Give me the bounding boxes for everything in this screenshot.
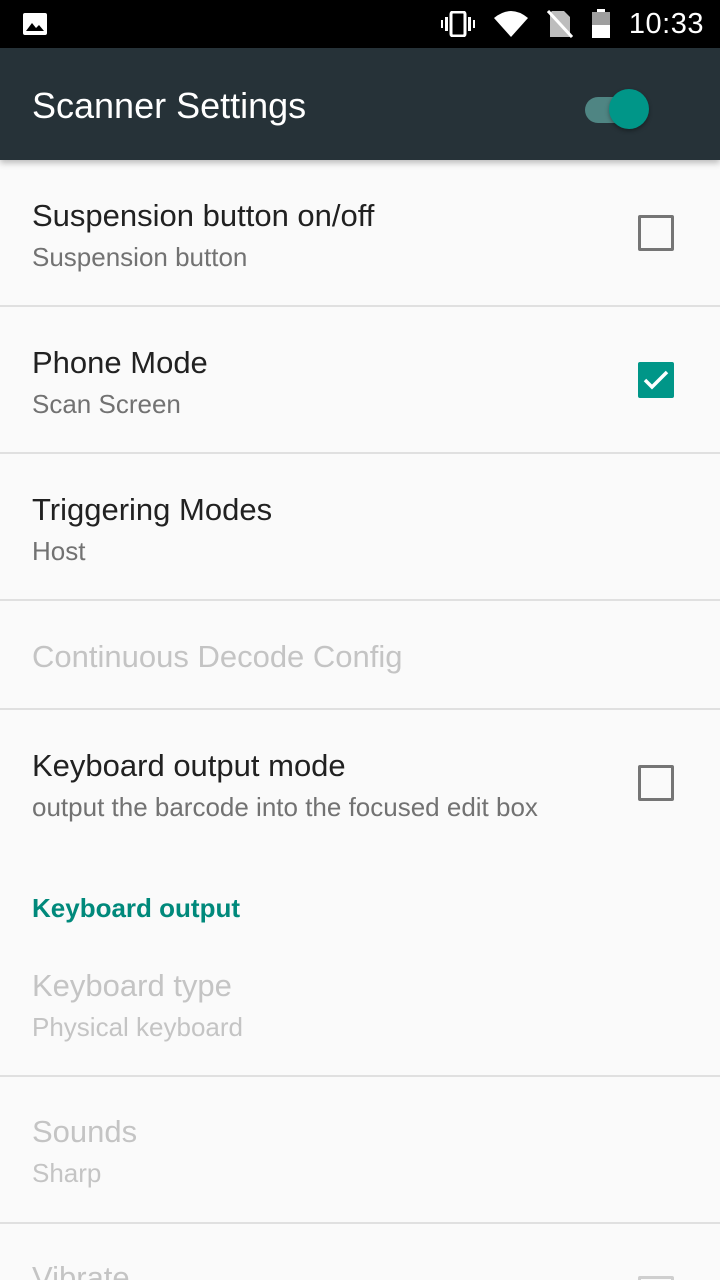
app-bar: Scanner Settings: [0, 48, 720, 160]
no-sim-icon: [546, 10, 573, 38]
pref-summary: output the barcode into the focused edit…: [32, 792, 538, 822]
pref-summary: Physical keyboard: [32, 1012, 243, 1042]
category-header: Keyboard output: [32, 893, 240, 923]
pref-title: Phone Mode: [32, 345, 208, 380]
pref-title: Suspension button on/off: [32, 198, 375, 233]
page-title: Scanner Settings: [32, 85, 307, 126]
pref-summary: Host: [32, 536, 86, 566]
vibrate-checkbox[interactable]: [638, 1276, 674, 1280]
pref-continuous-decode-config[interactable]: Continuous Decode Config: [0, 601, 720, 710]
pref-phone-mode[interactable]: Phone Mode Scan Screen: [0, 307, 720, 454]
pref-title: Vibrate: [32, 1260, 130, 1280]
status-time: 10:33: [628, 7, 704, 40]
wifi-icon: [493, 10, 529, 38]
pref-triggering-modes[interactable]: Triggering Modes Host: [0, 454, 720, 601]
pref-title: Keyboard output mode: [32, 748, 346, 783]
status-bar: 10:33: [0, 0, 720, 48]
checkmark-icon: [643, 370, 669, 390]
vibrate-icon: [440, 11, 475, 37]
pref-suspension-button[interactable]: Suspension button on/off Suspension butt…: [0, 160, 720, 307]
master-switch[interactable]: [585, 85, 651, 129]
pref-title: Sounds: [32, 1114, 138, 1149]
battery-icon: [591, 9, 611, 39]
pref-sounds[interactable]: Sounds Sharp: [0, 1077, 720, 1224]
pref-keyboard-type[interactable]: Keyboard type Physical keyboard: [0, 930, 720, 1077]
pref-summary: Sharp: [32, 1158, 102, 1188]
suspension-checkbox[interactable]: [638, 215, 674, 251]
pref-summary: Suspension button: [32, 242, 248, 272]
keyboard-output-checkbox[interactable]: [638, 765, 674, 801]
pref-keyboard-output-mode[interactable]: Keyboard output mode output the barcode …: [0, 710, 720, 860]
pref-summary: Scan Screen: [32, 389, 181, 419]
pref-title: Keyboard type: [32, 968, 232, 1003]
switch-thumb: [609, 89, 649, 129]
pref-title: Triggering Modes: [32, 492, 273, 527]
phone-mode-checkbox[interactable]: [638, 362, 674, 398]
pref-title: Continuous Decode Config: [32, 639, 403, 674]
image-notification-icon: [22, 12, 48, 36]
pref-vibrate[interactable]: Vibrate: [0, 1224, 720, 1280]
